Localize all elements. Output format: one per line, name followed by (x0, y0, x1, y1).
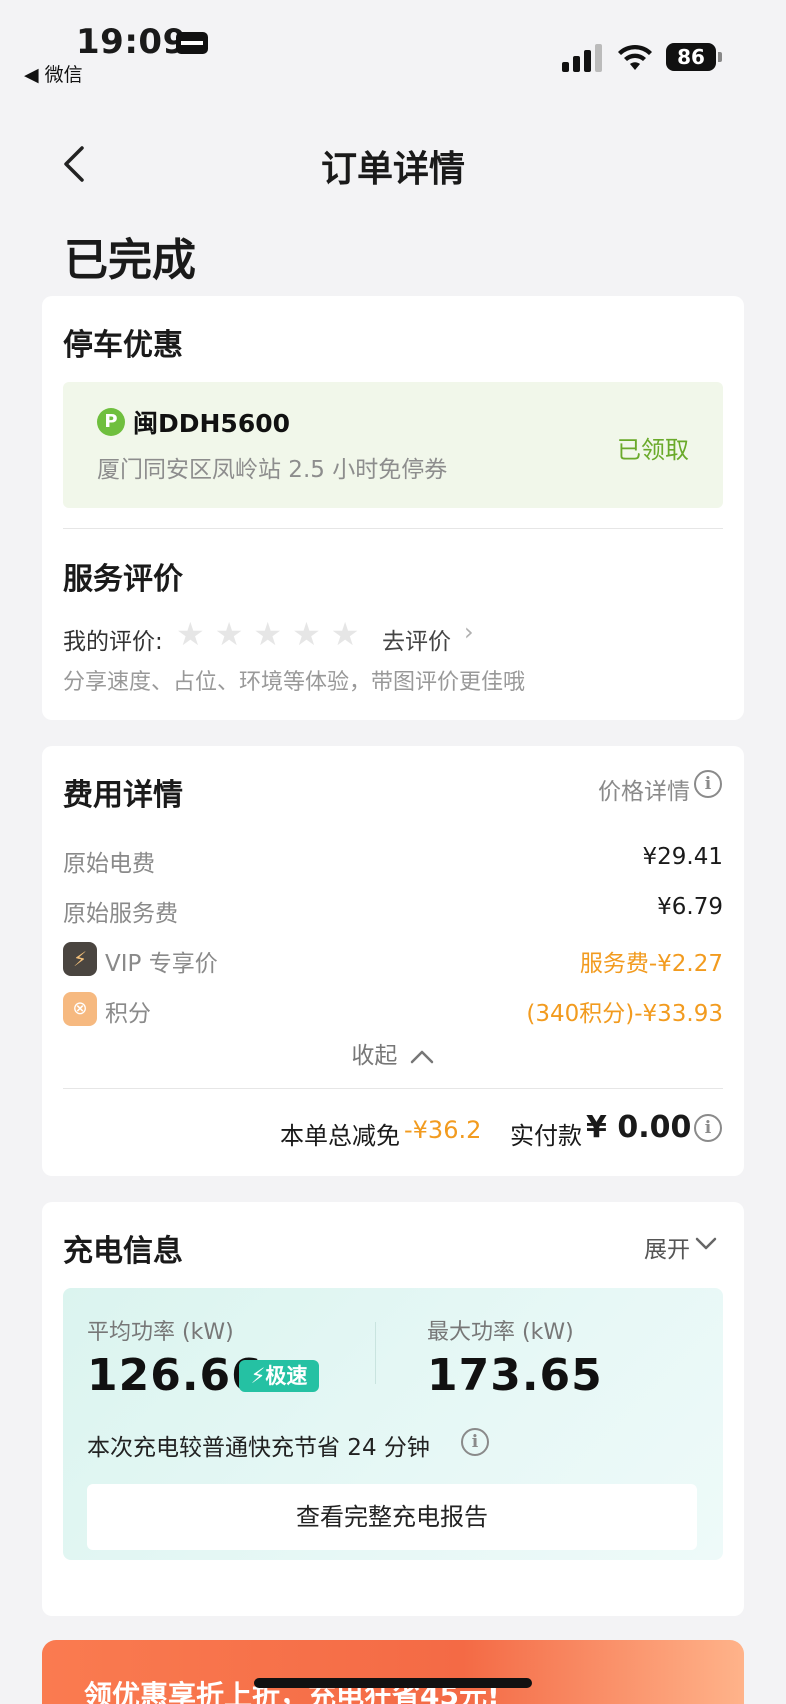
chevron-down-icon[interactable] (694, 1236, 718, 1252)
chevron-right-icon[interactable]: › (464, 618, 474, 646)
fee-row: 原始电费 ¥29.41 (63, 844, 723, 877)
price-detail-link[interactable]: 价格详情 (598, 772, 690, 806)
go-rate-link[interactable]: 去评价 (382, 622, 451, 656)
wifi-icon (618, 44, 652, 70)
expand-toggle[interactable]: 展开 (644, 1230, 690, 1264)
divider (63, 528, 723, 529)
fee-value: ¥29.41 (642, 844, 723, 870)
coupon-description: 厦门同安区凤岭站 2.5 小时免停券 (97, 457, 448, 483)
star-icon[interactable]: ★ (292, 618, 321, 650)
license-plate: 闽DDH5600 (133, 409, 291, 438)
time-saving-text: 本次充电较普通快充节省 24 分钟 (87, 1435, 430, 1461)
my-rating-label: 我的评价: (63, 629, 163, 655)
star-icon[interactable]: ★ (215, 618, 244, 650)
max-power-value: 173.65 (427, 1350, 603, 1401)
fee-value: (340积分)-¥33.93 (526, 1001, 723, 1027)
order-status: 已完成 (64, 235, 196, 286)
fee-label: VIP 专享价 (105, 951, 218, 977)
fee-label: 原始服务费 (63, 901, 178, 927)
info-icon[interactable]: i (694, 1114, 722, 1142)
vip-badge-icon: ⚡ (63, 942, 97, 976)
parking-coupon: P 闽DDH5600 厦门同安区凤岭站 2.5 小时免停券 已领取 (63, 382, 723, 508)
info-icon[interactable]: i (461, 1428, 489, 1456)
divider (375, 1322, 376, 1384)
back-to-app-link[interactable]: ◀ 微信 (24, 60, 83, 87)
points-icon: ⊗ (63, 992, 97, 1026)
total-discount-value: -¥36.2 (404, 1116, 482, 1144)
coupon-status: 已领取 (617, 436, 689, 464)
battery-tip (718, 52, 722, 62)
fee-title: 费用详情 (63, 778, 183, 813)
parking-title: 停车优惠 (63, 328, 183, 363)
divider (63, 1088, 723, 1089)
battery-icon: 86 (666, 43, 716, 71)
collapse-label: 收起 (351, 1043, 398, 1069)
fee-label: 原始电费 (63, 851, 155, 877)
sim-card-icon (176, 32, 208, 54)
fee-details-card: 费用详情 价格详情 i 原始电费 ¥29.41 原始服务费 ¥6.79 ⚡ VI… (42, 746, 744, 1176)
charging-stats: 平均功率 (kW) 126.66 ⚡极速 最大功率 (kW) 173.65 本次… (63, 1288, 723, 1560)
parking-review-card: 停车优惠 P 闽DDH5600 厦门同安区凤岭站 2.5 小时免停券 已领取 服… (42, 296, 744, 720)
collapse-toggle[interactable]: 收起 (42, 1036, 744, 1070)
paid-value: ¥ 0.00 (586, 1110, 692, 1145)
fee-row: ⚡ VIP 专享价 服务费-¥2.27 (63, 942, 723, 977)
total-discount-label: 本单总减免 (280, 1122, 400, 1150)
star-icon[interactable]: ★ (331, 618, 360, 650)
view-report-button[interactable]: 查看完整充电报告 (87, 1484, 697, 1550)
info-icon[interactable]: i (694, 770, 722, 798)
rating-hint: 分享速度、占位、环境等体验，带图评价更佳哦 (63, 670, 526, 695)
paid-label: 实付款 (510, 1122, 582, 1150)
charging-info-card: 充电信息 展开 平均功率 (kW) 126.66 ⚡极速 最大功率 (kW) 1… (42, 1202, 744, 1616)
max-power-label: 最大功率 (kW) (427, 1320, 574, 1345)
total-summary: 本单总减免 -¥36.2 实付款 ¥ 0.00 (42, 1110, 744, 1152)
star-icon[interactable]: ★ (176, 618, 205, 650)
promo-banner[interactable]: 领优惠享折上折，充电狂省45元! (42, 1640, 744, 1704)
status-time: 19:09 (76, 22, 187, 62)
home-indicator[interactable] (254, 1678, 532, 1688)
parking-p-icon: P (97, 408, 125, 436)
page-title: 订单详情 (320, 149, 465, 190)
fee-row: ⊗ 积分 (340积分)-¥33.93 (63, 992, 723, 1027)
fee-row: 原始服务费 ¥6.79 (63, 894, 723, 927)
rating-stars[interactable]: ★ ★ ★ ★ ★ (176, 618, 359, 650)
fee-value: ¥6.79 (657, 894, 723, 920)
fee-value: 服务费-¥2.27 (579, 951, 723, 977)
star-icon[interactable]: ★ (253, 618, 282, 650)
avg-power-label: 平均功率 (kW) (87, 1320, 234, 1345)
charging-title: 充电信息 (63, 1234, 183, 1269)
review-title: 服务评价 (63, 562, 183, 597)
fee-label: 积分 (105, 1001, 151, 1027)
avg-power-value: 126.66 (87, 1350, 263, 1401)
fast-charge-badge: ⚡极速 (239, 1360, 319, 1392)
cellular-signal-icon (562, 42, 606, 72)
chevron-up-icon (410, 1050, 433, 1063)
